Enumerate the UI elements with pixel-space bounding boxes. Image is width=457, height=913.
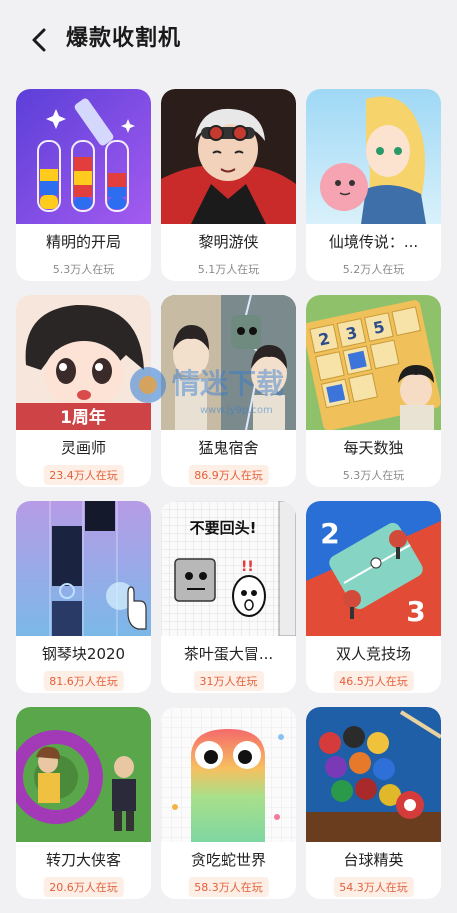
game-thumbnail: 2 3 5 xyxy=(306,295,441,430)
game-name: 钢琴块2020 xyxy=(41,645,126,663)
score-right: 3 xyxy=(406,595,425,628)
game-thumbnail: 1周年 xyxy=(16,295,151,430)
game-thumbnail xyxy=(306,707,441,842)
score-left: 2 xyxy=(320,517,339,550)
player-count: 23.4万人在玩 xyxy=(43,465,124,485)
game-card[interactable]: 仙境传说：... 5.2万人在玩 xyxy=(306,89,441,281)
game-card[interactable]: 2 3 双人竞技场 46.5万人在玩 xyxy=(306,501,441,693)
game-name: 贪吃蛇世界 xyxy=(190,851,266,869)
game-thumbnail: 2 3 xyxy=(306,501,441,636)
player-count: 46.5万人在玩 xyxy=(333,671,414,691)
game-card[interactable]: 不要回头! !! 茶叶蛋大冒... 31万人在玩 xyxy=(161,501,296,693)
game-name: 猛鬼宿舍 xyxy=(198,439,259,457)
anniversary-badge: 1周年 xyxy=(60,407,106,428)
player-count: 5.3万人在玩 xyxy=(342,469,405,482)
game-name: 转刀大侠客 xyxy=(45,851,121,869)
game-card[interactable]: 黎明游侠 5.1万人在玩 xyxy=(161,89,296,281)
game-name: 茶叶蛋大冒... xyxy=(183,645,274,663)
game-thumbnail xyxy=(306,89,441,224)
game-card[interactable]: 精明的开局 5.3万人在玩 xyxy=(16,89,151,281)
game-card[interactable]: 台球精英 54.3万人在玩 xyxy=(306,707,441,899)
game-name: 台球精英 xyxy=(343,851,404,869)
game-thumbnail xyxy=(161,707,296,842)
game-thumbnail: 不要回头! !! xyxy=(161,501,296,636)
game-name: 精明的开局 xyxy=(45,233,121,251)
game-name: 每天数独 xyxy=(343,439,404,457)
game-card[interactable]: 钢琴块2020 81.6万人在玩 xyxy=(16,501,151,693)
thumb-title: 不要回头! xyxy=(190,519,257,537)
player-count: 20.6万人在玩 xyxy=(43,877,124,897)
player-count: 5.3万人在玩 xyxy=(52,263,115,276)
player-count: 58.3万人在玩 xyxy=(188,877,269,897)
player-count: 31万人在玩 xyxy=(193,671,264,691)
game-name: 黎明游侠 xyxy=(198,233,259,251)
game-name: 双人竞技场 xyxy=(335,645,411,663)
game-name: 灵画师 xyxy=(60,439,106,457)
player-count: 86.9万人在玩 xyxy=(188,465,269,485)
player-count: 54.3万人在玩 xyxy=(333,877,414,897)
game-thumbnail xyxy=(16,501,151,636)
player-count: 5.2万人在玩 xyxy=(342,263,405,276)
player-count: 5.1万人在玩 xyxy=(197,263,260,276)
page-title: 爆款收割机 xyxy=(66,26,182,51)
game-thumbnail xyxy=(161,89,296,224)
header: 爆款收割机 xyxy=(0,0,457,80)
game-name: 仙境传说：... xyxy=(328,233,419,251)
game-card[interactable]: 2 3 5 每天数独 5.3万人在玩 xyxy=(306,295,441,487)
game-card[interactable]: 贪吃蛇世界 58.3万人在玩 xyxy=(161,707,296,899)
game-card[interactable]: 猛鬼宿舍 86.9万人在玩 xyxy=(161,295,296,487)
game-card[interactable]: 转刀大侠客 20.6万人在玩 xyxy=(16,707,151,899)
back-arrow-icon[interactable] xyxy=(28,26,52,54)
game-thumbnail xyxy=(16,89,151,224)
game-card[interactable]: 1周年 灵画师 23.4万人在玩 xyxy=(16,295,151,487)
player-count: 81.6万人在玩 xyxy=(43,671,124,691)
svg-text:!!: !! xyxy=(241,559,254,575)
game-thumbnail xyxy=(16,707,151,842)
game-thumbnail xyxy=(161,295,296,430)
